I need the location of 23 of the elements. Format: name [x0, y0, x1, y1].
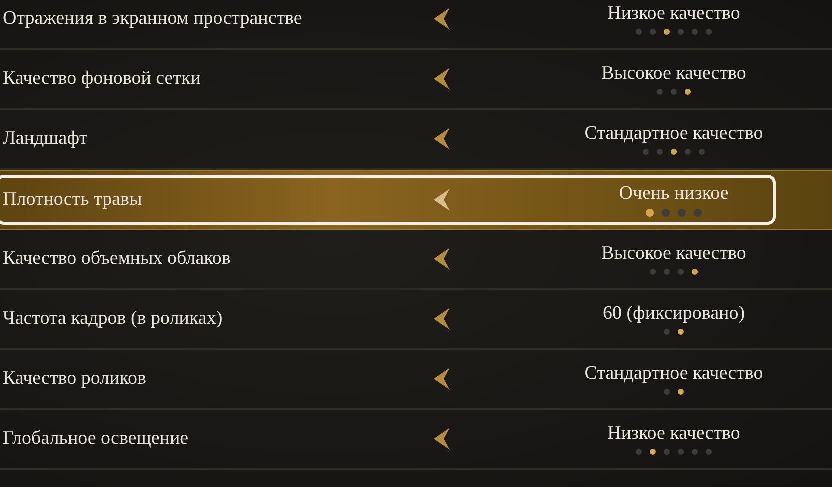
setting-value: 60 (фиксировано): [602, 303, 746, 325]
setting-label: Ландшафт: [2, 128, 89, 150]
setting-label: Отражения в экранном пространстве: [2, 8, 304, 30]
setting-label: Глобальное освещение: [2, 428, 190, 450]
settings-row[interactable]: Глобальное освещение Низкое качество: [0, 410, 832, 470]
settings-row[interactable]: Качество объемных облаков Высокое качество: [0, 230, 832, 290]
setting-value: Стандартное качество: [584, 123, 764, 145]
setting-value: Низкое качество: [608, 3, 740, 25]
setting-label: Качество роликов: [2, 368, 148, 390]
setting-label: Качество фоновой сетки: [2, 68, 202, 90]
settings-row[interactable]: Частота кадров (в роликах) 60 (фиксировано): [0, 290, 832, 350]
setting-value: Высокое качество: [602, 243, 746, 265]
setting-label: Частота кадров (в роликах): [2, 308, 224, 330]
setting-value: Стандартное качество: [584, 363, 764, 385]
setting-value: Высокое качество: [602, 63, 746, 85]
settings-row[interactable]: Качество роликов Стандартное качество: [0, 350, 832, 410]
settings-row[interactable]: Отражения в экранном пространстве Низкое качество: [0, 0, 832, 50]
setting-label: Качество объемных облаков: [2, 248, 232, 270]
setting-value: Очень низкое: [619, 183, 729, 205]
setting-value: Низкое качество: [608, 423, 740, 445]
settings-row[interactable]: Плотность травы Очень низкое: [0, 170, 832, 230]
settings-row[interactable]: Качество фоновой сетки Высокое качество: [0, 50, 832, 110]
setting-label: Плотность травы: [2, 189, 144, 211]
